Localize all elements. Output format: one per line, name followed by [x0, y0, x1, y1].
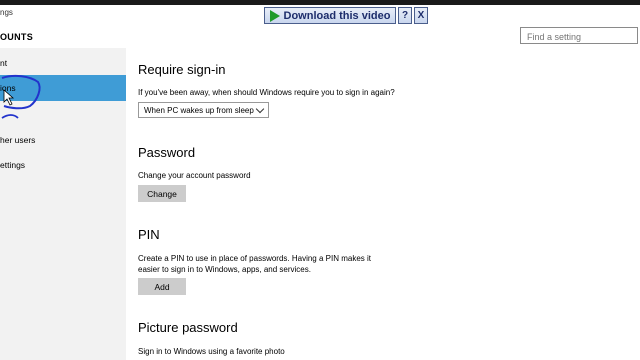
picture-password-heading: Picture password — [138, 320, 238, 335]
play-icon — [269, 9, 280, 22]
pin-description-line1: Create a PIN to use in place of password… — [138, 254, 371, 263]
download-video-button[interactable]: Download this video — [264, 7, 396, 24]
add-pin-button[interactable]: Add — [138, 278, 186, 295]
pin-heading: PIN — [138, 227, 160, 242]
require-signin-dropdown[interactable]: When PC wakes up from sleep — [138, 102, 269, 118]
help-button[interactable]: ? — [398, 7, 412, 24]
password-description: Change your account password — [138, 171, 251, 180]
sidebar-item-sync-settings[interactable]: ettings — [0, 152, 126, 178]
sidebar-item-label: ettings — [0, 160, 26, 170]
download-overlay: Download this video ? X — [264, 7, 428, 24]
chevron-down-icon — [255, 104, 265, 113]
pen-annotation — [1, 74, 41, 119]
app-title: ngs — [0, 8, 13, 17]
search-input[interactable] — [520, 27, 638, 44]
require-signin-description: If you've been away, when should Windows… — [138, 88, 395, 97]
download-label: Download this video — [283, 9, 391, 22]
sidebar-item-label: her users — [0, 135, 36, 145]
close-overlay-button[interactable]: X — [414, 7, 428, 24]
sidebar-item-label: nt — [0, 58, 8, 68]
password-heading: Password — [138, 145, 196, 160]
picture-password-description: Sign in to Windows using a favorite phot… — [138, 347, 285, 356]
page-title: OUNTS — [0, 32, 33, 42]
require-signin-heading: Require sign-in — [138, 62, 226, 77]
change-password-button[interactable]: Change — [138, 185, 186, 202]
dropdown-value: When PC wakes up from sleep — [144, 105, 254, 115]
pin-description-line2: easier to sign in to Windows, apps, and … — [138, 265, 311, 274]
